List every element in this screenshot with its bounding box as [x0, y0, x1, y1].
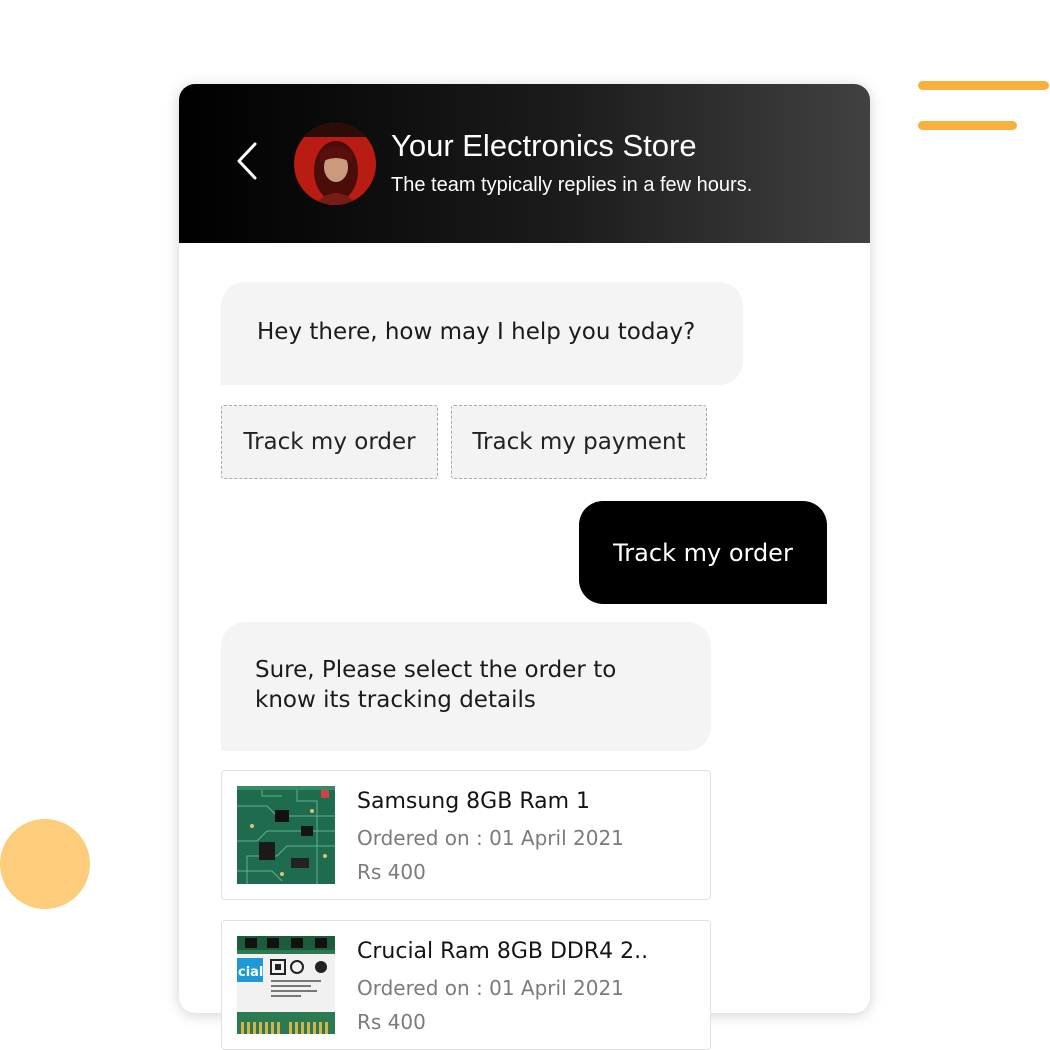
- quick-reply-track-payment[interactable]: Track my payment: [451, 405, 707, 479]
- chevron-left-icon: [237, 142, 257, 180]
- crucial-ram-stick-icon: cial: [237, 936, 335, 1034]
- bot-message: Hey there, how may I help you today?: [221, 282, 743, 385]
- avatar: [294, 123, 376, 205]
- back-button[interactable]: [233, 141, 263, 181]
- decorative-line-bottom: [918, 121, 1017, 130]
- ram-module-green-icon: [237, 786, 335, 884]
- chat-header: Your Electronics Store The team typicall…: [179, 84, 870, 243]
- order-date: Ordered on : 01 April 2021: [357, 826, 624, 850]
- svg-text:cial: cial: [238, 965, 263, 980]
- bot-message: Sure, Please select the order to know it…: [221, 622, 711, 751]
- order-card[interactable]: cial Crucial Ram 8GB DDR4 2.. Ordered on…: [221, 920, 711, 1050]
- order-date: Ordered on : 01 April 2021: [357, 976, 624, 1000]
- user-message: Track my order: [579, 501, 827, 604]
- decorative-circle: [0, 819, 90, 909]
- decorative-line-top: [918, 81, 1049, 90]
- order-card[interactable]: Samsung 8GB Ram 1 Ordered on : 01 April …: [221, 770, 711, 900]
- store-name: Your Electronics Store: [391, 128, 697, 163]
- store-reply-time: The team typically replies in a few hour…: [391, 174, 753, 196]
- order-name: Samsung 8GB Ram 1: [357, 789, 591, 814]
- order-name: Crucial Ram 8GB DDR4 2..: [357, 939, 649, 964]
- order-price: Rs 400: [357, 1010, 426, 1034]
- quick-reply-track-order[interactable]: Track my order: [221, 405, 438, 479]
- order-price: Rs 400: [357, 860, 426, 884]
